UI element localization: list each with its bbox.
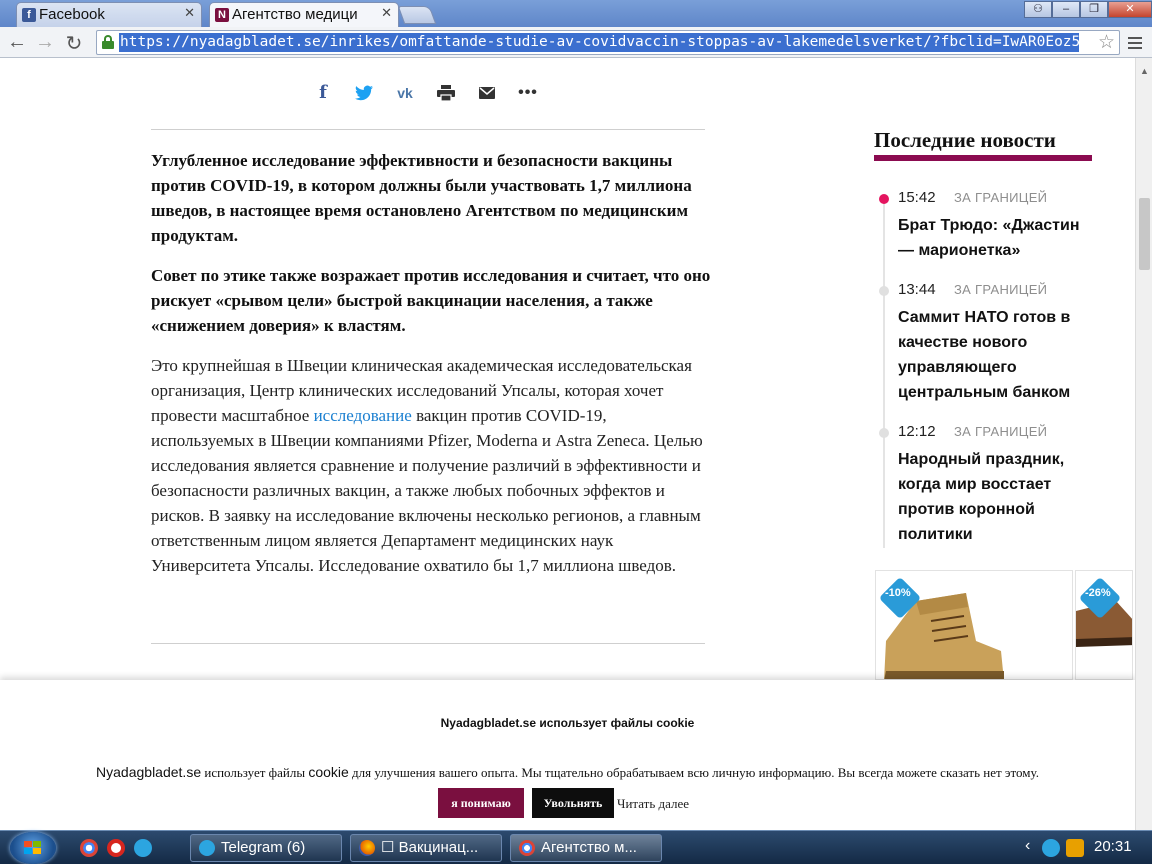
discount-label: -10% bbox=[885, 587, 911, 599]
new-tab-button[interactable] bbox=[397, 6, 437, 24]
heading-underline bbox=[874, 155, 1092, 161]
live-dot-icon bbox=[879, 194, 889, 204]
tab-title: Facebook bbox=[39, 6, 105, 23]
network-icon[interactable] bbox=[1066, 839, 1084, 857]
facebook-icon: f bbox=[22, 8, 36, 22]
chrome-icon[interactable] bbox=[80, 839, 98, 857]
taskbar-item-label: Агентство м... bbox=[541, 839, 637, 856]
telegram-icon bbox=[199, 840, 215, 856]
cookie-accept-button[interactable]: я понимаю bbox=[438, 788, 524, 818]
lock-icon bbox=[102, 35, 114, 49]
telegram-tray-icon[interactable] bbox=[1042, 839, 1060, 857]
back-icon[interactable]: ← bbox=[6, 31, 28, 54]
divider bbox=[151, 129, 705, 130]
start-button[interactable] bbox=[10, 832, 56, 864]
lead-paragraph-1: Углубленное исследование эффективности и… bbox=[151, 151, 692, 245]
menu-icon[interactable] bbox=[1128, 35, 1142, 49]
chrome-icon bbox=[519, 840, 535, 856]
lead-paragraph-2: Совет по этике также возражает против ис… bbox=[151, 266, 711, 335]
news-headline[interactable]: Народный праздник, когда мир восстает пр… bbox=[898, 447, 1090, 547]
news-time: 15:42 bbox=[898, 189, 936, 206]
browser-tab-strip: f Facebook ✕ N Агентство медици ✕ ⚇ – ❐ … bbox=[0, 0, 1152, 27]
facebook-share-icon[interactable]: f bbox=[308, 82, 338, 104]
url-text[interactable]: https://nyadagbladet.se/inrikes/omfattan… bbox=[119, 33, 1079, 52]
taskbar-item-firefox[interactable]: ☐ Вакцинац... bbox=[350, 834, 502, 862]
discount-label: -26% bbox=[1085, 587, 1111, 599]
cookie-dismiss-button[interactable]: Увольнять bbox=[532, 788, 614, 818]
ad-product-card[interactable]: -26% bbox=[1075, 570, 1133, 680]
mail-icon[interactable] bbox=[472, 82, 502, 104]
news-time: 12:12 bbox=[898, 423, 936, 440]
news-timeline bbox=[883, 196, 885, 548]
browser-toolbar: ← → ↻ https://nyadagbladet.se/inrikes/om… bbox=[0, 27, 1152, 58]
firefox-icon bbox=[359, 840, 375, 856]
timeline-dot-icon bbox=[879, 428, 889, 438]
print-icon[interactable] bbox=[431, 82, 461, 104]
restore-button[interactable]: ❐ bbox=[1080, 1, 1108, 18]
window-close-button[interactable]: ✕ bbox=[1108, 1, 1152, 18]
opera-icon[interactable] bbox=[107, 839, 125, 857]
nyadagbladet-icon: N bbox=[215, 8, 229, 22]
telegram-icon[interactable] bbox=[134, 839, 152, 857]
latest-news-heading: Последние новости bbox=[874, 128, 1056, 152]
taskbar-item-chrome[interactable]: Агентство м... bbox=[510, 834, 662, 862]
scrollbar[interactable]: ▲ bbox=[1135, 58, 1152, 830]
clock[interactable]: 20:31 bbox=[1094, 838, 1132, 855]
scrollbar-thumb[interactable] bbox=[1139, 198, 1150, 270]
news-category[interactable]: ЗА ГРАНИЦЕЙ bbox=[954, 424, 1047, 439]
twitter-share-icon[interactable] bbox=[349, 82, 379, 104]
news-headline[interactable]: Брат Трюдо: «Джастин — марионетка» bbox=[898, 213, 1090, 263]
page-viewport: f vk ••• Углубленное исследование эффект… bbox=[0, 58, 1152, 830]
news-headline[interactable]: Саммит НАТО готов в качестве нового упра… bbox=[898, 305, 1090, 405]
taskbar: Telegram (6) ☐ Вакцинац... Агентство м..… bbox=[0, 830, 1152, 864]
address-bar[interactable]: https://nyadagbladet.se/inrikes/omfattan… bbox=[96, 30, 1120, 55]
tab-facebook[interactable]: f Facebook ✕ bbox=[16, 2, 202, 27]
divider bbox=[151, 643, 705, 644]
news-category[interactable]: ЗА ГРАНИЦЕЙ bbox=[954, 282, 1047, 297]
news-category[interactable]: ЗА ГРАНИЦЕЙ bbox=[954, 190, 1047, 205]
tab-title: Агентство медици bbox=[232, 6, 358, 23]
cookie-message: Nyadagbladet.se использует файлы cookie … bbox=[96, 764, 1039, 780]
reload-icon[interactable]: ↻ bbox=[63, 31, 85, 56]
taskbar-item-label: Telegram (6) bbox=[221, 839, 306, 856]
timeline-dot-icon bbox=[879, 286, 889, 296]
tab-nyadagbladet[interactable]: N Агентство медици ✕ bbox=[209, 2, 399, 27]
article-body: Углубленное исследование эффективности и… bbox=[151, 148, 711, 593]
ad-product-card[interactable]: -10% bbox=[875, 570, 1073, 680]
vk-share-icon[interactable]: vk bbox=[390, 82, 420, 104]
cookie-title: Nyadagbladet.se использует файлы cookie bbox=[440, 716, 695, 730]
windows-logo-icon bbox=[24, 841, 42, 855]
close-icon[interactable]: ✕ bbox=[381, 5, 392, 21]
scroll-up-arrow-icon[interactable]: ▲ bbox=[1140, 66, 1149, 76]
more-icon[interactable]: ••• bbox=[513, 82, 543, 104]
user-icon[interactable]: ⚇ bbox=[1024, 1, 1052, 18]
cookie-banner: Nyadagbladet.se использует файлы cookie … bbox=[0, 680, 1135, 830]
study-link[interactable]: исследование bbox=[314, 406, 412, 425]
forward-icon[interactable]: → bbox=[34, 31, 56, 54]
close-icon[interactable]: ✕ bbox=[184, 5, 195, 21]
taskbar-item-telegram[interactable]: Telegram (6) bbox=[190, 834, 342, 862]
minimize-button[interactable]: – bbox=[1052, 1, 1080, 18]
bookmark-star-icon[interactable]: ☆ bbox=[1098, 31, 1115, 54]
tray-expand-icon[interactable]: ‹ bbox=[1025, 837, 1030, 855]
taskbar-item-label: ☐ Вакцинац... bbox=[381, 839, 479, 856]
read-more-link[interactable]: Читать далее bbox=[617, 796, 689, 812]
body-paragraph: Это крупнейшая в Швеции клиническая акад… bbox=[151, 356, 703, 575]
news-time: 13:44 bbox=[898, 281, 936, 298]
